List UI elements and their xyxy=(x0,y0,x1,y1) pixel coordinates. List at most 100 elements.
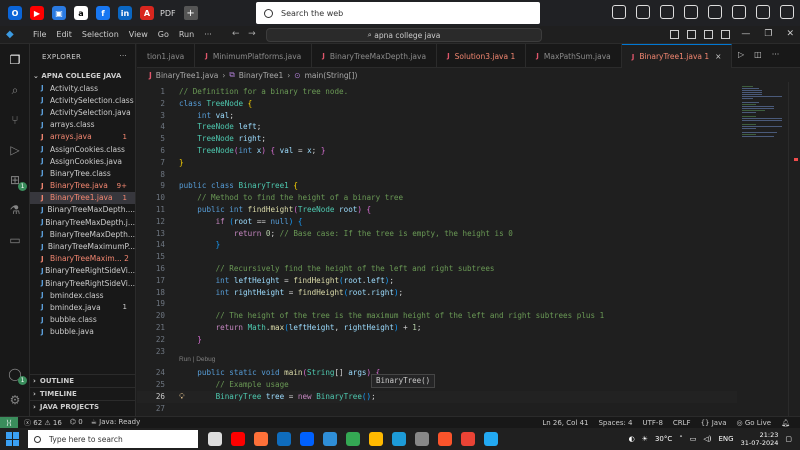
code-line[interactable]: 24 public static void main(String[] args… xyxy=(137,367,737,379)
code-line[interactable]: 16 // Recursively find the height of the… xyxy=(137,263,737,275)
editor-tab[interactable]: tion1.java xyxy=(137,44,196,68)
file-tree-item[interactable]: J AssignCookies.class xyxy=(30,143,135,155)
code-line[interactable]: 2 class TreeNode { xyxy=(137,98,737,110)
code-line[interactable]: 15 xyxy=(137,251,737,263)
breadcrumb-class[interactable]: BinaryTree1 xyxy=(239,71,284,80)
browser-search-input[interactable]: Search the web xyxy=(256,2,540,24)
breadcrumb-method[interactable]: main(String[]) xyxy=(305,71,358,80)
amazon-icon[interactable]: a xyxy=(74,6,88,20)
code-line[interactable]: 14 } xyxy=(137,239,737,251)
cursor-position[interactable]: Ln 26, Col 41 xyxy=(542,419,588,427)
pdf-icon[interactable]: A xyxy=(140,6,154,20)
close-icon[interactable]: × xyxy=(715,52,721,61)
nav-arrows[interactable]: ← → xyxy=(232,29,256,39)
codelens-run-debug[interactable]: Run | Debug xyxy=(179,356,215,366)
code-line[interactable]: 25 // Example usage xyxy=(137,379,737,391)
go-live[interactable]: ◎ Go Live xyxy=(737,419,772,427)
workspace-folder[interactable]: ⌄ APNA COLLEGE JAVA xyxy=(30,70,135,82)
file-tree-item[interactable]: J BinaryTreeRightSideVi... xyxy=(30,265,135,277)
file-tree-item[interactable]: J BinaryTreeMaxDepth... xyxy=(30,228,135,240)
code-line[interactable]: 9 public class BinaryTree1 { xyxy=(137,180,737,192)
account-icon[interactable]: ◯ 1 xyxy=(7,366,27,385)
play-icon[interactable] xyxy=(732,5,746,19)
add-icon[interactable]: + xyxy=(183,6,198,20)
testing-icon[interactable]: ⚗ xyxy=(7,202,23,218)
section-outline[interactable]: › OUTLINE xyxy=(30,374,135,387)
history-icon[interactable] xyxy=(708,5,722,19)
menu-item[interactable]: Selection xyxy=(77,30,124,39)
breadcrumb-file[interactable]: BinaryTree1.java xyxy=(156,71,219,80)
files-icon[interactable] xyxy=(369,432,383,446)
settings-app-icon[interactable] xyxy=(415,432,429,446)
file-tree-item[interactable]: Jarrays.java 1 xyxy=(30,131,135,143)
close-icon[interactable]: ✕ xyxy=(786,29,794,39)
file-tree-item[interactable]: J BinaryTreeMaxim... 2 xyxy=(30,253,135,265)
extensions-icon[interactable]: ⊞ 1 xyxy=(7,172,27,191)
code-line[interactable]: 5 TreeNode right; xyxy=(137,133,737,145)
secondary-sidebar-icon[interactable] xyxy=(721,30,730,39)
volume-icon[interactable]: ◁) xyxy=(703,435,711,443)
youtube-app-icon[interactable] xyxy=(231,432,245,446)
file-tree-item[interactable]: J BinaryTree1.java 1 xyxy=(30,191,135,204)
weather-icon[interactable]: ☀ xyxy=(642,435,648,443)
temperature[interactable]: 30°C xyxy=(655,435,672,443)
section-java-projects[interactable]: › JAVA PROJECTS xyxy=(30,400,135,413)
chrome-icon[interactable] xyxy=(346,432,360,446)
lightbulb-icon[interactable]: 💡︎ xyxy=(179,391,185,403)
code-line[interactable]: 22 } xyxy=(137,334,737,346)
file-tree-item[interactable]: J BinaryTree.class xyxy=(30,167,135,179)
notifications-icon[interactable]: ▢ xyxy=(785,435,792,443)
youtube-icon[interactable]: ▶ xyxy=(30,6,44,20)
editor-tab[interactable]: J MaxPathSum.java xyxy=(526,44,622,68)
problems-indicator[interactable]: ⓧ 62 ⚠ 16 xyxy=(24,418,62,428)
command-center[interactable]: ⌕ apna college java xyxy=(266,28,542,42)
file-tree-item[interactable]: Jbmindex.class xyxy=(30,289,135,301)
file-tree-item[interactable]: Jbmindex.java 1 xyxy=(30,301,135,313)
code-line[interactable]: 13 return 0; // Base case: If the tree i… xyxy=(137,228,737,240)
file-tree-item[interactable]: J ActivitySelection.java xyxy=(30,106,135,118)
code-line[interactable]: 12 if (root == null) { xyxy=(137,216,737,228)
code-line[interactable]: 21 return Math.max(leftHeight, rightHeig… xyxy=(137,322,737,334)
more-icon[interactable] xyxy=(780,5,794,19)
chevron-up-icon[interactable]: ˄ xyxy=(679,435,683,443)
file-tree-item[interactable]: J BinaryTreeMaxDepth.... xyxy=(30,204,135,216)
code-line[interactable]: 10 // Method to find the height of a bin… xyxy=(137,192,737,204)
editor-tab[interactable]: J BinaryTreeMaxDepth.java xyxy=(312,44,438,68)
encoding[interactable]: UTF-8 xyxy=(643,419,663,427)
outlook-icon[interactable]: O xyxy=(8,6,22,20)
file-tree-item[interactable]: J BinaryTreeRightSideVi... xyxy=(30,277,135,289)
code-line[interactable]: 20 // The height of the tree is the maxi… xyxy=(137,310,737,322)
code-line[interactable]: 8 xyxy=(137,169,737,181)
layout-icon[interactable] xyxy=(670,30,679,39)
code-line[interactable]: 17 int leftHeight = findHeight(root.left… xyxy=(137,275,737,287)
remote-explorer-icon[interactable]: ▭ xyxy=(7,232,23,248)
brave-icon[interactable] xyxy=(438,432,452,446)
editor-tab[interactable]: J BinaryTree1.java 1 × xyxy=(621,44,733,68)
facebook-icon[interactable]: f xyxy=(96,6,110,20)
file-tree-item[interactable]: J BinaryTree.java 9+ xyxy=(30,180,135,192)
explorer-icon[interactable]: ❐ xyxy=(7,52,23,68)
file-tree-item[interactable]: J ActivitySelection.class xyxy=(30,94,135,106)
menu-item[interactable]: View xyxy=(124,30,153,39)
task-view-icon[interactable] xyxy=(208,432,222,446)
reading-icon[interactable] xyxy=(636,5,650,19)
file-tree-item[interactable]: Jarrays.class xyxy=(30,119,135,131)
print-icon[interactable] xyxy=(660,5,674,19)
code-line[interactable]: 27 xyxy=(137,403,737,415)
code-line[interactable]: 3 int val; xyxy=(137,110,737,122)
dropbox-icon[interactable] xyxy=(300,432,314,446)
remote-icon[interactable]: ⟩⟨ xyxy=(0,416,18,429)
minimap[interactable] xyxy=(736,82,786,416)
windows-start-icon[interactable] xyxy=(6,432,20,446)
file-tree-item[interactable]: J AssignCookies.java xyxy=(30,155,135,167)
section-timeline[interactable]: › TIMELINE xyxy=(30,387,135,400)
source-control-icon[interactable]: ⑂ xyxy=(7,112,23,128)
menu-item[interactable]: ··· xyxy=(199,30,217,39)
language-indicator[interactable]: ENG xyxy=(719,435,734,443)
file-tree-item[interactable]: Jbubble.class xyxy=(30,314,135,326)
code-line[interactable]: 18 int rightHeight = findHeight(root.rig… xyxy=(137,287,737,299)
code-line[interactable]: 26 BinaryTree tree = new BinaryTree(); 💡︎ xyxy=(137,391,737,403)
more-icon[interactable]: ··· xyxy=(772,50,780,59)
code-line[interactable]: 1 // Definition for a binary tree node. xyxy=(137,86,737,98)
linkedin-icon[interactable]: in xyxy=(118,6,132,20)
